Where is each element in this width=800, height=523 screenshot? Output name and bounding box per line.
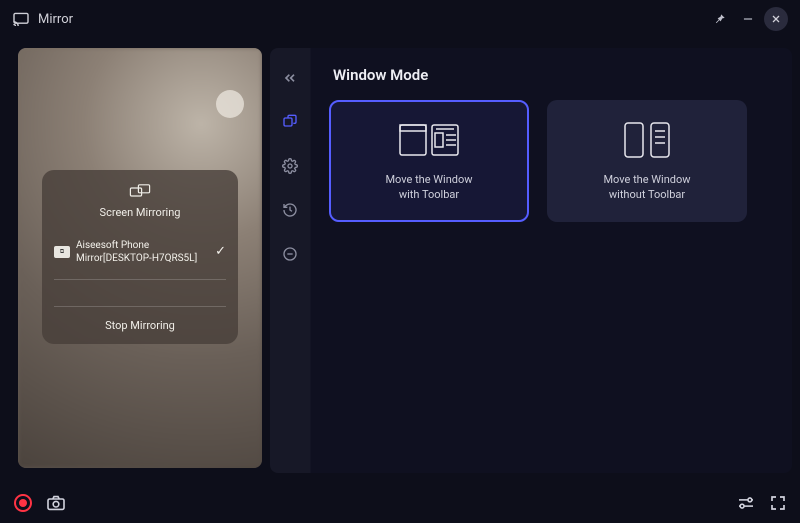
- phone-home-indicator: [216, 90, 244, 118]
- mode-card-without-toolbar[interactable]: Move the Windowwithout Toolbar: [547, 100, 747, 222]
- other-tab[interactable]: [278, 242, 302, 266]
- mirror-device-row[interactable]: ⧉ Aiseesoft Phone Mirror[DESKTOP-H7QRS5L…: [54, 231, 226, 273]
- card-icon-with-toolbar: [398, 120, 460, 160]
- device-badge-icon: ⧉: [54, 246, 70, 258]
- device-name: Aiseesoft Phone Mirror[DESKTOP-H7QRS5L]: [76, 239, 209, 265]
- card-label: Move the Windowwith Toolbar: [385, 172, 472, 203]
- pin-button[interactable]: [708, 7, 732, 31]
- bottombar: [0, 483, 800, 523]
- window-mode-tab[interactable]: [278, 110, 302, 134]
- mode-card-with-toolbar[interactable]: Move the Windowwith Toolbar: [329, 100, 529, 222]
- card-label: Move the Windowwithout Toolbar: [603, 172, 690, 203]
- app-title: Mirror: [38, 12, 73, 27]
- config-panel: Window Mode: [310, 48, 792, 473]
- mirroring-icon: [54, 184, 226, 200]
- minimize-button[interactable]: [736, 7, 760, 31]
- fullscreen-button[interactable]: [770, 495, 786, 511]
- screenshot-button[interactable]: [46, 495, 66, 511]
- section-title: Window Mode: [333, 66, 774, 84]
- card-icon-without-toolbar: [619, 120, 675, 160]
- divider: [54, 306, 226, 307]
- collapse-button[interactable]: [278, 66, 302, 90]
- settings-tab[interactable]: [278, 154, 302, 178]
- screen-mirroring-dialog: Screen Mirroring ⧉ Aiseesoft Phone Mirro…: [42, 170, 238, 344]
- settings-toggle-button[interactable]: [736, 496, 756, 510]
- check-icon: ✓: [215, 244, 226, 261]
- phone-preview-pane: Screen Mirroring ⧉ Aiseesoft Phone Mirro…: [10, 38, 270, 483]
- history-tab[interactable]: [278, 198, 302, 222]
- record-button[interactable]: [14, 494, 32, 512]
- titlebar: Mirror: [0, 0, 800, 38]
- phone-frame[interactable]: Screen Mirroring ⧉ Aiseesoft Phone Mirro…: [18, 48, 262, 468]
- settings-sidebar: [270, 48, 310, 473]
- cast-icon: [12, 12, 30, 26]
- mirroring-title: Screen Mirroring: [54, 206, 226, 219]
- divider: [54, 279, 226, 280]
- close-button[interactable]: [764, 7, 788, 31]
- stop-mirroring-button[interactable]: Stop Mirroring: [54, 313, 226, 334]
